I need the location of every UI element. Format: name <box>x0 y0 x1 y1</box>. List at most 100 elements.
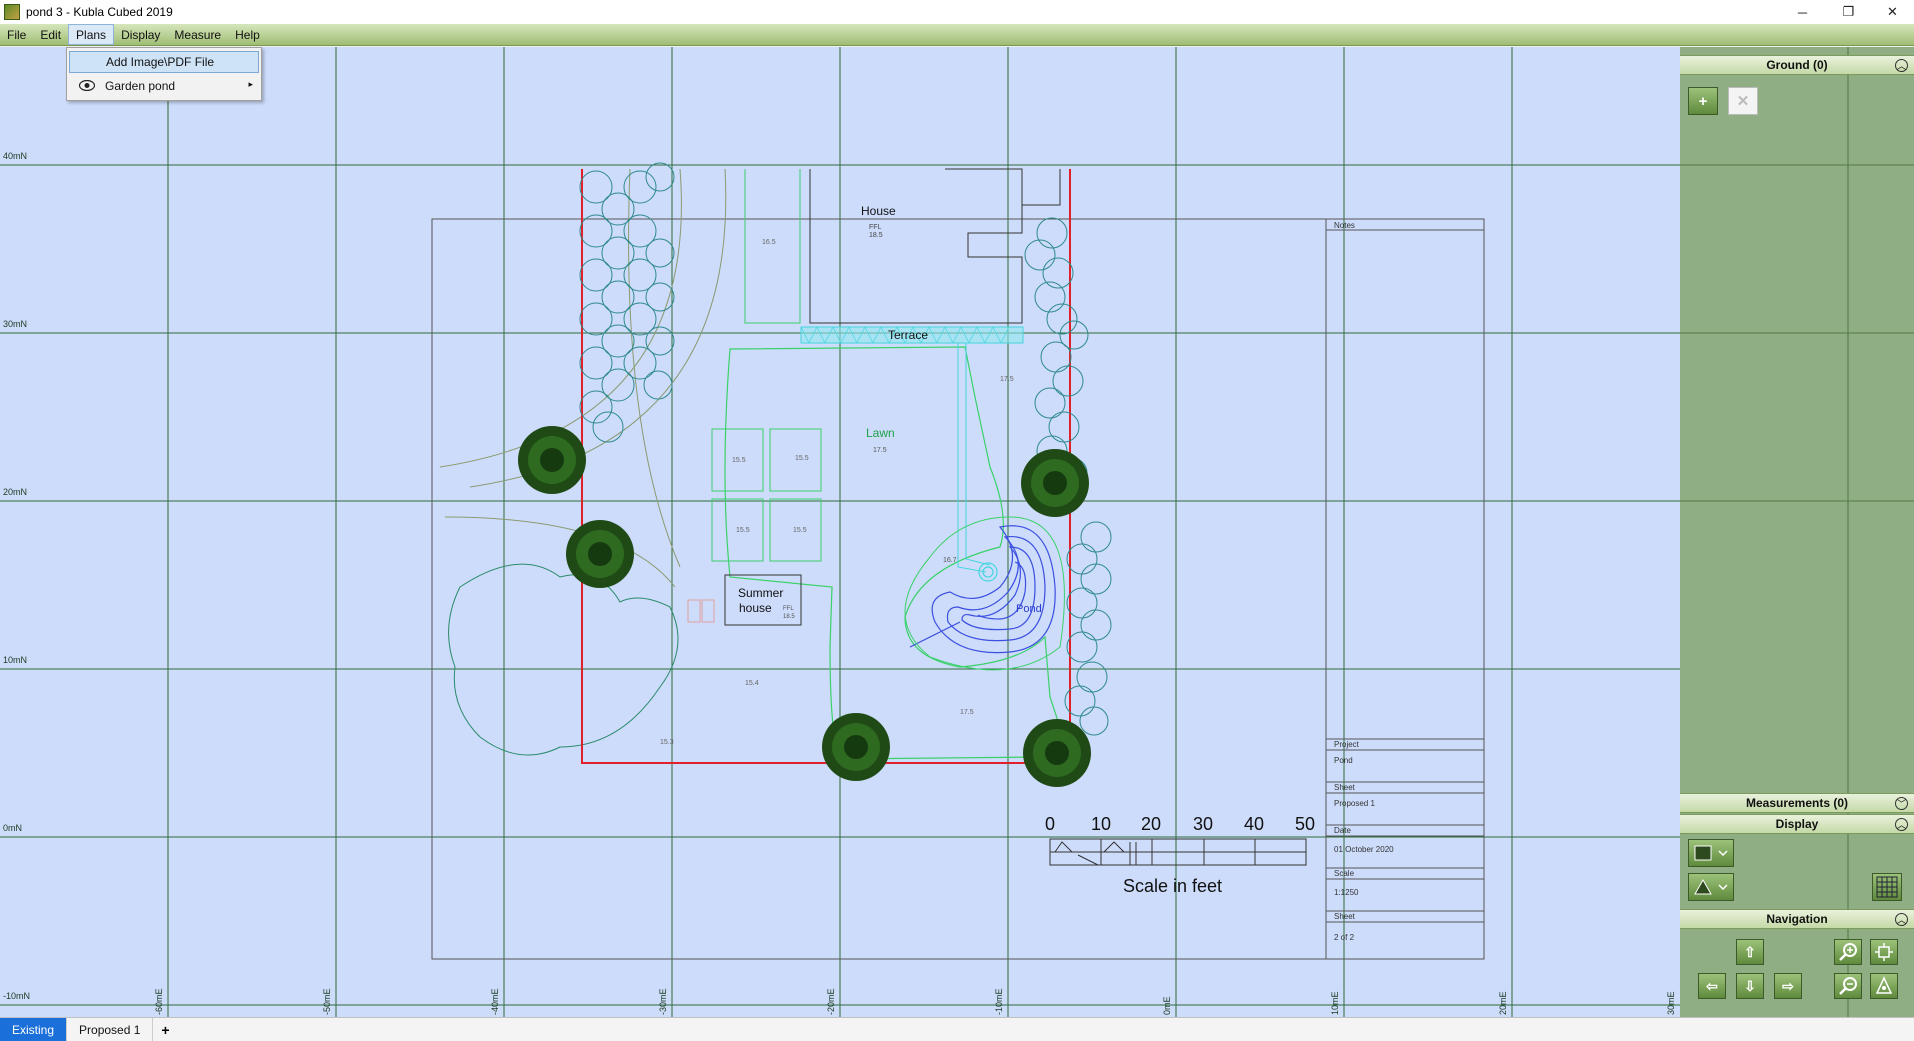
tree-icon <box>518 426 586 494</box>
spot-level: 16.5 <box>762 239 776 246</box>
spot-level: 15.3 <box>660 739 674 746</box>
scale-tick: 30 <box>1193 814 1213 834</box>
navigation-header[interactable]: Navigation ︿ <box>1680 909 1914 929</box>
menu-display[interactable]: Display <box>114 24 167 45</box>
expand-icon[interactable]: ﹀ <box>1895 797 1908 810</box>
easting-label: 10mE <box>1330 991 1340 1015</box>
pan-up-button[interactable]: ⇧ <box>1736 939 1764 965</box>
grid-lines <box>0 47 1680 1017</box>
arrow-left-icon: ⇦ <box>1706 977 1718 994</box>
tab-existing[interactable]: Existing <box>0 1018 68 1041</box>
add-image-pdf-item[interactable]: Add Image\PDF File <box>69 51 259 73</box>
pond-level: 16.7 <box>943 557 957 564</box>
pan-right-button[interactable]: ⇨ <box>1774 973 1802 999</box>
title-bar: pond 3 - Kubla Cubed 2019 ─ ❐ ✕ <box>0 0 1914 24</box>
plan-canvas[interactable]: 40mN 30mN 20mN 10mN 0mN -10mN -60mE -50m… <box>0 47 1680 1017</box>
add-tab-button[interactable]: + <box>153 1018 177 1041</box>
ground-header[interactable]: Ground (0) ︿ <box>1680 55 1914 75</box>
restore-button[interactable]: ❐ <box>1826 0 1871 24</box>
panel-grid <box>1680 47 1914 1017</box>
sheet-value: Proposed 1 <box>1334 799 1375 808</box>
northing-label: 20mN <box>3 487 27 497</box>
sheet-label: Sheet <box>1334 783 1356 792</box>
sheet-tab-bar: Existing Proposed 1 + <box>0 1017 1914 1041</box>
menu-file[interactable]: File <box>0 24 33 45</box>
pond-feed-pipe <box>957 343 991 573</box>
spot-level: 15.4 <box>745 680 759 687</box>
tree-icon <box>1021 449 1089 517</box>
zoom-out-button[interactable] <box>1834 973 1862 999</box>
arrow-right-icon: ⇨ <box>1782 977 1794 994</box>
terrace-label: Terrace <box>888 328 928 342</box>
easting-label: -50mE <box>322 988 332 1015</box>
menu-plans[interactable]: Plans <box>68 24 115 45</box>
tab-proposed-1[interactable]: Proposed 1 <box>67 1018 154 1041</box>
lawn-label: Lawn <box>866 426 895 440</box>
sheet2-label: Sheet <box>1334 912 1356 921</box>
app-icon <box>4 4 20 20</box>
scale-caption: Scale in feet <box>1123 876 1222 896</box>
measurements-header-label: Measurements (0) <box>1745 796 1849 810</box>
northing-label: 0mN <box>3 823 22 833</box>
display-layer-button[interactable] <box>1688 873 1734 901</box>
menu-help[interactable]: Help <box>228 24 267 45</box>
easting-label: 30mE <box>1666 991 1676 1015</box>
northing-label: 10mN <box>3 655 27 665</box>
delete-ground-button[interactable]: ✕ <box>1728 87 1758 115</box>
close-button[interactable]: ✕ <box>1870 0 1914 24</box>
scale-tick: 10 <box>1091 814 1111 834</box>
date-value: 01 October 2020 <box>1334 845 1394 854</box>
menu-bar: File Edit Plans Display Measure Help <box>0 24 1914 46</box>
display-header[interactable]: Display ︿ <box>1680 814 1914 834</box>
grid-toggle-button[interactable] <box>1872 873 1902 901</box>
tree-icon <box>566 520 634 588</box>
hedge-left <box>579 162 675 443</box>
spot-level: 15.5 <box>793 527 807 534</box>
add-ground-button[interactable]: + <box>1688 87 1718 115</box>
pan-left-button[interactable]: ⇦ <box>1698 973 1726 999</box>
minimize-button[interactable]: ─ <box>1780 0 1825 24</box>
pan-down-button[interactable]: ⇩ <box>1736 973 1764 999</box>
summer-ffl-value: 18.5 <box>783 614 795 620</box>
scale-label: Scale <box>1334 869 1355 878</box>
tree-icon <box>1023 719 1091 787</box>
collapse-icon[interactable]: ︿ <box>1895 59 1908 72</box>
navigation-header-label: Navigation <box>1766 912 1828 926</box>
northing-label: 30mN <box>3 319 27 329</box>
zoom-extents-button[interactable] <box>1870 939 1898 965</box>
easting-label: 20mE <box>1498 991 1508 1015</box>
house-ffl-value: 18.5 <box>869 232 883 239</box>
summer-house-label-1: Summer <box>738 586 783 600</box>
project-value: Pond <box>1334 756 1353 765</box>
summer-house-label-2: house <box>739 601 772 615</box>
northing-label: 40mN <box>3 151 27 161</box>
scale-tick: 50 <box>1295 814 1315 834</box>
arrow-down-icon: ⇩ <box>1744 977 1756 994</box>
window-title: pond 3 - Kubla Cubed 2019 <box>26 5 173 19</box>
right-panel: Ground (0) ︿ + ✕ Measurements (0) ﹀ Disp… <box>1680 47 1914 1017</box>
display-mode-2d-button[interactable] <box>1688 839 1734 867</box>
house-label: House <box>861 204 896 218</box>
eye-icon[interactable] <box>79 80 95 91</box>
spot-level: 15.5 <box>795 455 809 462</box>
collapse-icon[interactable]: ︿ <box>1895 818 1908 831</box>
collapse-icon[interactable]: ︿ <box>1895 913 1908 926</box>
measurements-header[interactable]: Measurements (0) ﹀ <box>1680 793 1914 813</box>
scale-tick: 20 <box>1141 814 1161 834</box>
garden-pond-item[interactable]: Garden pond ▸ <box>69 75 259 97</box>
plan-drawing[interactable]: 40mN 30mN 20mN 10mN 0mN -10mN -60mE -50m… <box>0 47 1680 1017</box>
house-ffl-label: FFL <box>869 224 882 231</box>
easting-label: -60mE <box>154 988 164 1015</box>
scale-tick: 0 <box>1045 814 1055 834</box>
display-header-label: Display <box>1775 817 1819 831</box>
zoom-in-button[interactable] <box>1834 939 1862 965</box>
menu-measure[interactable]: Measure <box>167 24 228 45</box>
tree-canopy-outline <box>448 563 679 756</box>
pond-label: Pond <box>1016 603 1042 615</box>
rotate-view-button[interactable] <box>1870 973 1898 999</box>
spot-level: 15.5 <box>736 527 750 534</box>
layer-icon <box>1694 878 1728 895</box>
pond-contours <box>909 525 1056 654</box>
menu-edit[interactable]: Edit <box>33 24 68 45</box>
plans-dropdown: Add Image\PDF File Garden pond ▸ <box>66 47 262 101</box>
